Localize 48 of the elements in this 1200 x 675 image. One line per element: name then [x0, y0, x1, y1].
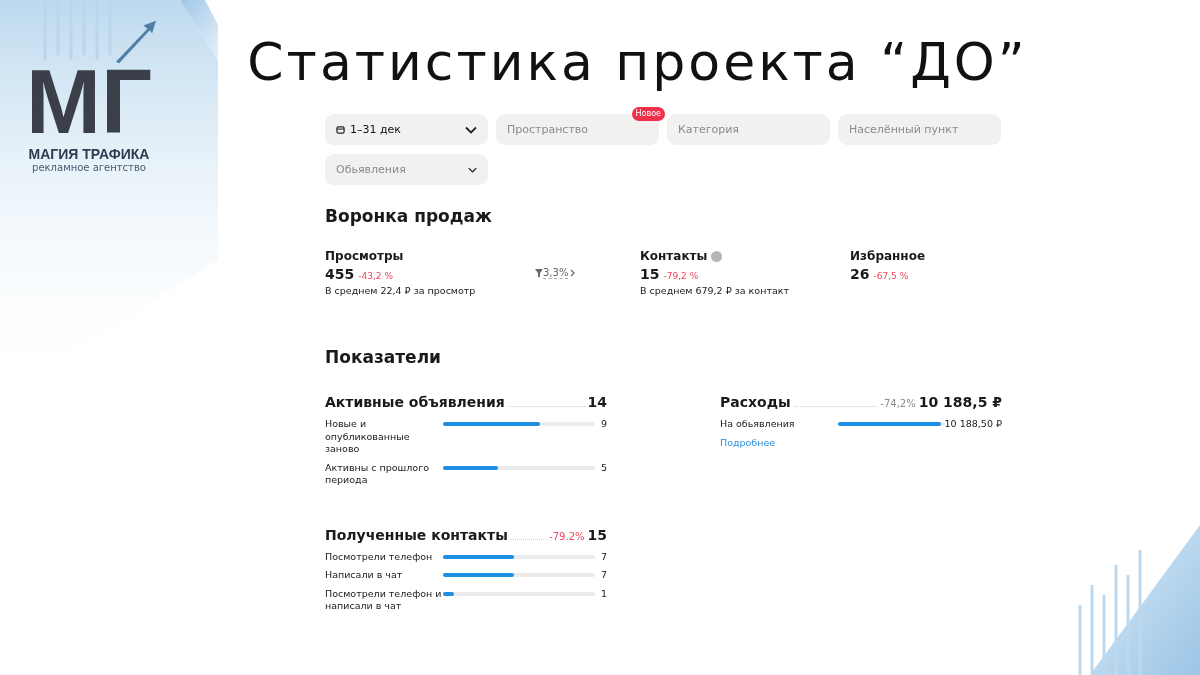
filter-dropdown[interactable]: Категория [667, 114, 830, 145]
row-label: Написали в чат [325, 569, 404, 582]
date-filter[interactable]: 1–31 дек [325, 114, 488, 145]
row-value: 10 188,50 ₽ [944, 418, 1002, 429]
row-value: 1 [599, 587, 607, 599]
row-label: Активны с прошлого периода [325, 461, 430, 487]
new-badge: Новое [631, 107, 665, 121]
change-percent: -43,2 % [358, 271, 393, 281]
metric-note: В среднем 22,4 ₽ за просмотр [325, 285, 477, 296]
section-heading: Показатели [325, 346, 442, 368]
conversion-link[interactable]: 3,3% [535, 267, 640, 279]
metric-value: 455 [325, 266, 355, 282]
filter-icon [535, 269, 543, 277]
chevron-right-icon [570, 269, 576, 277]
row-value: 7 [599, 569, 607, 580]
change-percent: -74,2% [880, 398, 916, 409]
slide-title: Статистика проекта “ДО” [247, 31, 1028, 94]
group-total: 14 [587, 394, 607, 410]
metric-label: Избранное [850, 249, 926, 263]
row-label: На обьявления [720, 418, 796, 431]
row-label: Посмотрели телефон [325, 550, 434, 563]
logo-mark: МГ [25, 66, 153, 138]
row-value: 5 [599, 461, 607, 473]
row-value: 9 [599, 418, 607, 429]
filter-dropdown[interactable]: Обьявления [325, 154, 488, 185]
group-title: Расходы [720, 394, 791, 410]
metric-label: Просмотры [325, 249, 404, 263]
group-title: Активные объявления [325, 394, 505, 410]
arrow-icon [113, 20, 158, 64]
change-percent: -67,5 % [873, 271, 909, 281]
calendar-icon [336, 125, 345, 134]
row-label: Новые и опубликованные заново [325, 418, 411, 456]
brand-name: МАГИЯ ТРАФИКА [28, 146, 150, 162]
group-title: Полученные контакты [325, 526, 508, 543]
brand-tagline: рекламное агентство [32, 162, 146, 173]
change-percent: -79.2% [549, 530, 585, 542]
row-label: Посмотрели телефон и написали в чат [325, 587, 443, 613]
row-value: 7 [599, 550, 607, 562]
group-total: 15 [587, 526, 607, 543]
group-total: 10 188,5 ₽ [918, 394, 1002, 410]
filter-dropdown[interactable]: Населённый пункт [838, 114, 1001, 145]
details-link[interactable]: Подробнее [720, 436, 776, 448]
metric-note: В среднем 679,2 ₽ за контакт [640, 285, 790, 296]
metric-label: Контакты [640, 249, 708, 263]
metric-value: 15 [640, 266, 660, 282]
section-heading: Воронка продаж [325, 205, 493, 227]
metric-value: 26 [850, 266, 870, 282]
change-percent: -79,2 % [663, 271, 699, 281]
